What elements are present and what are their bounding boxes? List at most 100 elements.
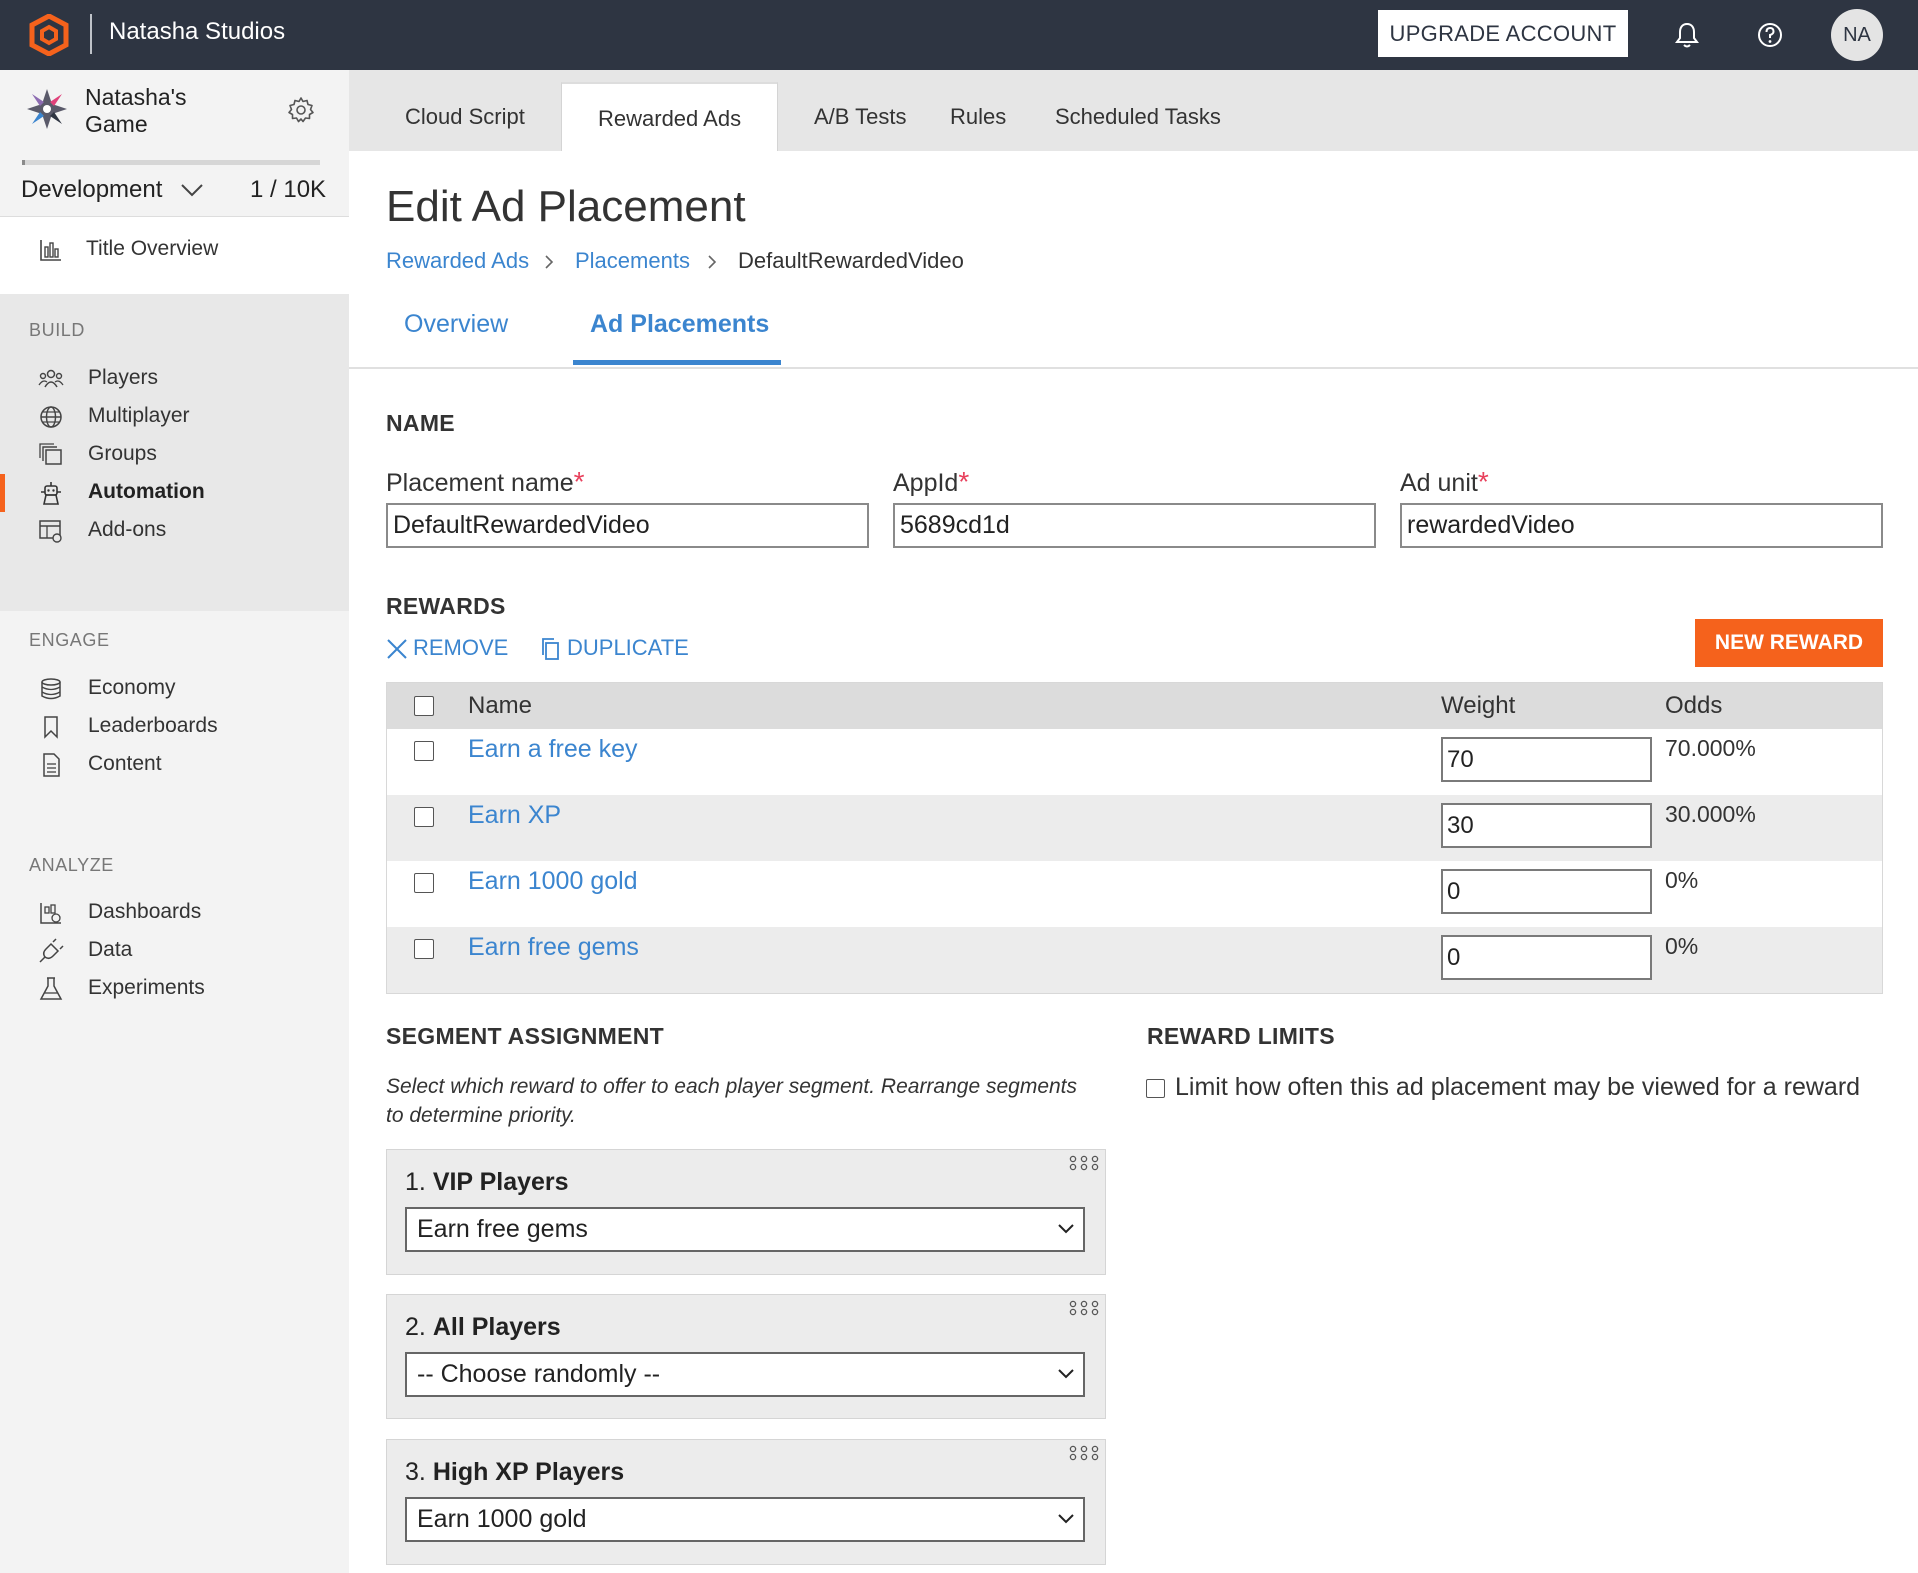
row-checkbox[interactable]	[414, 807, 434, 827]
segment-title: 3. High XP Players	[405, 1458, 624, 1487]
tab-rewarded-ads[interactable]: Rewarded Ads	[561, 82, 779, 151]
segment-name: All Players	[432, 1313, 561, 1341]
row-checkbox[interactable]	[414, 939, 434, 959]
automation-tabs: Cloud Script Rewarded Ads A/B Tests Rule…	[349, 70, 1918, 151]
segment-card[interactable]: 2. All Players -- Choose randomly --	[386, 1294, 1106, 1419]
odds-value: 70.000%	[1665, 735, 1756, 761]
upgrade-account-button[interactable]: UPGRADE ACCOUNT	[1378, 10, 1628, 57]
playfab-logo-icon[interactable]	[28, 14, 70, 56]
reward-limits-heading: REWARD LIMITS	[1147, 1023, 1335, 1049]
placement-name-label: Placement name*	[386, 466, 585, 498]
globe-icon	[40, 406, 62, 428]
segment-reward-select[interactable]: -- Choose randomly --	[405, 1352, 1085, 1397]
duplicate-button[interactable]: DUPLICATE	[567, 635, 689, 661]
sidebar-item-label: Title Overview	[86, 237, 219, 260]
table-row: Earn a free key 70.000%	[387, 729, 1882, 795]
name-heading: NAME	[386, 410, 455, 436]
sidebar-item-label: Players	[88, 366, 159, 389]
weight-input[interactable]	[1441, 803, 1652, 848]
row-checkbox[interactable]	[414, 873, 434, 893]
segment-name: High XP Players	[432, 1458, 625, 1486]
reward-name-link[interactable]: Earn free gems	[468, 933, 639, 962]
section-label-engage: ENGAGE	[29, 630, 110, 650]
sidebar-item-title-overview[interactable]: Title Overview	[0, 227, 349, 271]
subtab-overview[interactable]: Overview	[404, 310, 508, 339]
odds-value: 30.000%	[1665, 801, 1756, 827]
drag-handle-icon[interactable]	[1068, 1299, 1100, 1317]
close-icon[interactable]	[386, 637, 408, 661]
drag-handle-icon[interactable]	[1068, 1444, 1100, 1462]
bookmark-icon	[44, 716, 58, 739]
usage-count: 1 / 10K	[250, 176, 327, 203]
subtab-ad-placements[interactable]: Ad Placements	[590, 310, 769, 339]
game-icon	[27, 89, 67, 129]
usage-progress-bar	[22, 160, 320, 165]
sidebar-item-experiments[interactable]: Experiments	[0, 966, 349, 1010]
limit-views-label[interactable]: Limit how often this ad placement may be…	[1175, 1073, 1860, 1102]
segment-card[interactable]: 1. VIP Players Earn free gems	[386, 1149, 1106, 1275]
sidebar-item-label: Leaderboards	[88, 714, 218, 737]
segment-reward-select[interactable]: Earn free gems	[405, 1207, 1085, 1252]
add-ons-icon	[39, 520, 62, 543]
column-header-odds[interactable]: Odds	[1665, 692, 1722, 720]
tab-cloud-script[interactable]: Cloud Script	[369, 82, 561, 151]
players-icon	[38, 369, 64, 388]
segment-title: 2. All Players	[405, 1313, 561, 1342]
help-icon[interactable]	[1754, 19, 1786, 51]
tab-scheduled-tasks[interactable]: Scheduled Tasks	[1019, 82, 1257, 151]
economy-icon	[41, 678, 61, 700]
appid-input[interactable]	[893, 503, 1376, 548]
sidebar-item-label: Dashboards	[88, 900, 202, 923]
segment-reward-select[interactable]: Earn 1000 gold	[405, 1497, 1085, 1542]
groups-icon	[39, 443, 62, 465]
placement-name-input[interactable]	[386, 503, 869, 548]
title-overview-section: Title Overview	[0, 217, 349, 294]
breadcrumb-current: DefaultRewardedVideo	[738, 248, 964, 273]
appid-label-text: AppId	[893, 469, 959, 497]
reward-name-link[interactable]: Earn a free key	[468, 735, 638, 764]
weight-input[interactable]	[1441, 737, 1652, 782]
selected-option: Earn free gems	[417, 1215, 588, 1243]
game-name[interactable]: Natasha's Game	[85, 84, 225, 138]
drag-handle-icon[interactable]	[1068, 1154, 1100, 1172]
new-reward-button[interactable]: NEW REWARD	[1695, 619, 1883, 667]
avatar[interactable]: NA	[1831, 9, 1883, 61]
selected-option: Earn 1000 gold	[417, 1505, 587, 1533]
placement-name-label-text: Placement name	[386, 469, 574, 497]
weight-input[interactable]	[1441, 935, 1652, 980]
column-header-weight[interactable]: Weight	[1441, 692, 1515, 720]
top-bar: Natasha Studios UPGRADE ACCOUNT NA	[0, 0, 1918, 70]
ad-unit-input[interactable]	[1400, 503, 1883, 548]
chevron-down-icon[interactable]	[180, 182, 204, 198]
section-label-build: BUILD	[29, 320, 86, 340]
sidebar-item-label: Data	[88, 938, 133, 961]
remove-button[interactable]: REMOVE	[413, 635, 508, 661]
column-header-name[interactable]: Name	[468, 692, 532, 720]
table-header: Name Weight Odds	[387, 683, 1882, 729]
segment-name: VIP Players	[432, 1168, 569, 1196]
gear-icon[interactable]	[286, 95, 316, 125]
reward-name-link[interactable]: Earn XP	[468, 801, 561, 830]
required-mark: *	[958, 466, 970, 497]
ad-unit-label: Ad unit*	[1400, 466, 1489, 498]
row-checkbox[interactable]	[414, 741, 434, 761]
flask-icon	[39, 977, 63, 1000]
weight-input[interactable]	[1441, 869, 1652, 914]
breadcrumb-rewarded-ads[interactable]: Rewarded Ads	[386, 248, 529, 274]
breadcrumb-placements[interactable]: Placements	[575, 248, 690, 274]
select-all-checkbox[interactable]	[414, 696, 434, 716]
studio-name[interactable]: Natasha Studios	[109, 18, 285, 46]
reward-name-link[interactable]: Earn 1000 gold	[468, 867, 638, 896]
copy-icon[interactable]	[540, 637, 562, 661]
sidebar-item-label: Add-ons	[88, 518, 167, 541]
sidebar-item-add-ons[interactable]: Add-ons	[0, 508, 349, 552]
bell-icon[interactable]	[1671, 19, 1703, 51]
segment-assignment-heading: SEGMENT ASSIGNMENT	[386, 1023, 665, 1049]
limit-views-checkbox[interactable]	[1146, 1079, 1165, 1098]
segment-card[interactable]: 3. High XP Players Earn 1000 gold	[386, 1439, 1106, 1565]
rewards-heading: REWARDS	[386, 593, 506, 619]
environment-selector[interactable]: Development	[21, 176, 162, 204]
table-row: Earn XP 30.000%	[387, 795, 1882, 861]
sidebar-item-label: Content	[88, 752, 162, 775]
sidebar-item-content[interactable]: Content	[0, 742, 349, 786]
